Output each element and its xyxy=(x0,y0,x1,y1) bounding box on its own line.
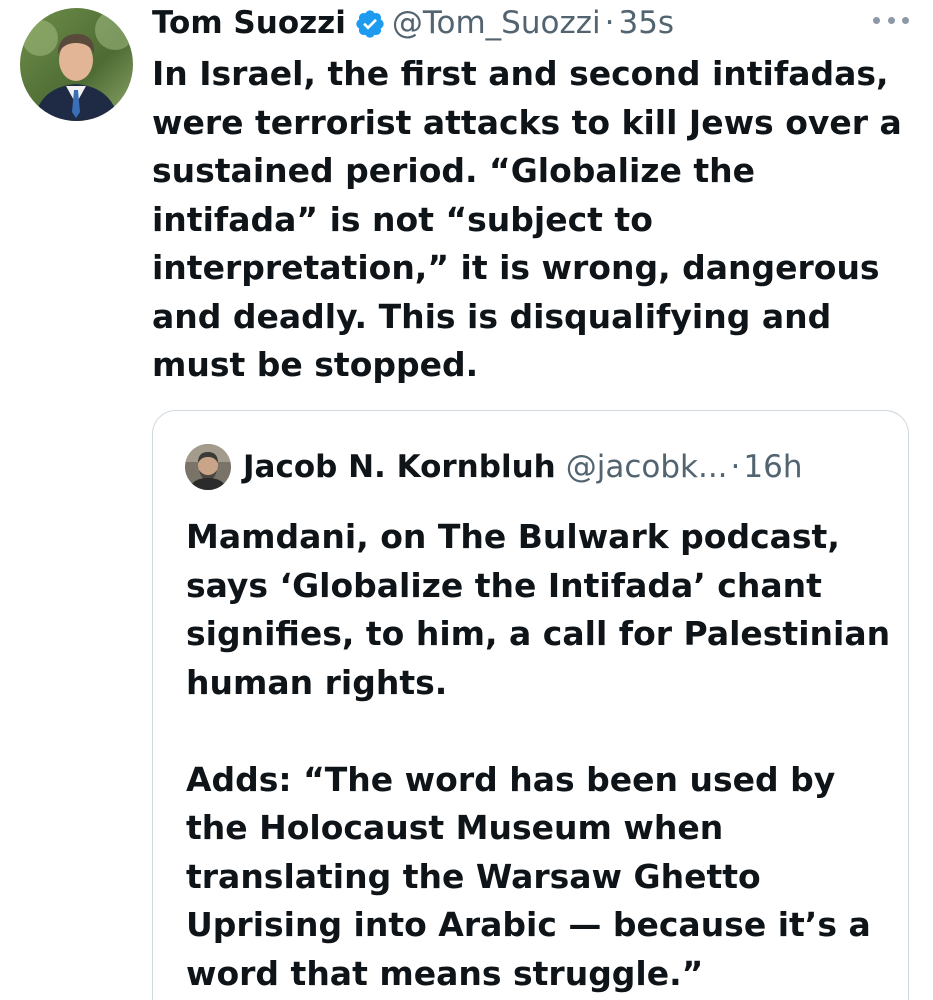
quoted-author-handle[interactable]: @jacobk... xyxy=(566,447,728,487)
tweet-header: Tom Suozzi @Tom_Suozzi · 35s xyxy=(152,0,674,46)
quoted-author-name[interactable]: Jacob N. Kornbluh xyxy=(243,447,556,487)
author-handle[interactable]: @Tom_Suozzi xyxy=(392,0,601,46)
quoted-header-separator: · xyxy=(730,449,741,485)
author-name[interactable]: Tom Suozzi xyxy=(152,0,346,46)
more-options-icon[interactable] xyxy=(873,8,909,32)
quoted-tweet[interactable]: Jacob N. Kornbluh @jacobk... · 16h Mamda… xyxy=(152,410,909,1000)
verified-badge-icon[interactable] xyxy=(354,7,386,39)
quoted-author-avatar[interactable] xyxy=(185,444,231,490)
tweet-timestamp[interactable]: 35s xyxy=(618,0,674,46)
tweet-text: In Israel, the first and second intifada… xyxy=(152,54,902,384)
quoted-tweet-header: Jacob N. Kornbluh @jacobk... · 16h xyxy=(185,444,802,490)
tweet[interactable]: Tom Suozzi @Tom_Suozzi · 35s In Israel, … xyxy=(0,0,933,1000)
quoted-tweet-text: Mamdani, on The Bulwark podcast, says ‘G… xyxy=(186,517,891,993)
header-separator: · xyxy=(604,5,615,41)
quoted-tweet-timestamp[interactable]: 16h xyxy=(743,447,802,487)
author-avatar[interactable] xyxy=(20,8,133,121)
